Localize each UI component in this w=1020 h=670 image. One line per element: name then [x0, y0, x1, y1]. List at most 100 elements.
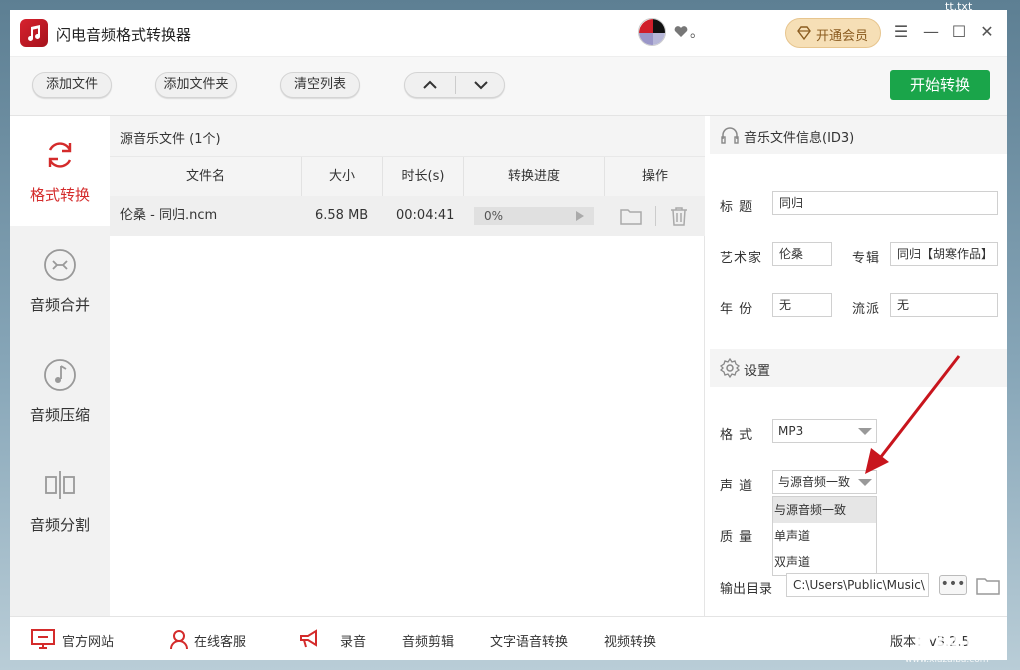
play-icon[interactable] [576, 211, 584, 221]
output-dir-label: 输出目录 [720, 582, 773, 597]
open-folder-icon[interactable] [976, 575, 1000, 595]
headphones-icon [721, 127, 739, 144]
year-label: 年 份 [720, 302, 754, 317]
compress-icon [44, 359, 76, 391]
genre-field[interactable]: 无 [890, 293, 998, 317]
vip-button[interactable]: 开通会员 [785, 18, 881, 48]
table-row[interactable]: 伦桑 - 同归.ncm 6.58 MB 00:04:41 0% [110, 196, 705, 236]
menu-icon[interactable]: ☰ [889, 20, 913, 44]
move-down-button[interactable] [456, 73, 506, 97]
channel-label: 声 道 [720, 479, 754, 494]
sidebar-item-audio-merge[interactable]: 音频合并 [10, 226, 110, 336]
id3-section-title: 音乐文件信息(ID3) [744, 131, 855, 146]
title-bar: 闪电音频格式转换器 。 开通会员 ☰ — ☐ ✕ [10, 10, 1007, 56]
artist-label: 艺术家 [720, 251, 763, 266]
id3-section-header: 音乐文件信息(ID3) [710, 116, 1007, 154]
add-folder-button[interactable]: 添加文件夹 [155, 72, 237, 98]
add-file-button[interactable]: 添加文件 [32, 72, 112, 98]
format-label: 格 式 [720, 428, 754, 443]
watermark-logo: 下载吧 [905, 620, 995, 655]
heart-icon [674, 26, 688, 37]
sidebar-item-label: 音频合并 [29, 296, 90, 314]
start-convert-button[interactable]: 开始转换 [890, 70, 990, 100]
reorder-group [404, 72, 505, 98]
format-select[interactable]: MP3 [772, 419, 877, 443]
column-header-duration: 时长(s) [383, 157, 464, 197]
dropdown-option[interactable]: 双声道 [773, 549, 876, 575]
trash-icon[interactable] [668, 206, 690, 226]
sidebar-item-audio-split[interactable]: 音频分割 [10, 446, 110, 556]
merge-icon [44, 249, 76, 281]
quality-label: 质 量 [720, 530, 754, 545]
gear-icon [720, 358, 740, 378]
split-icon [45, 471, 75, 499]
website-link[interactable]: 官方网站 [62, 631, 114, 650]
chevron-down-icon [858, 428, 872, 435]
app-logo-icon [20, 19, 48, 47]
close-button[interactable]: ✕ [975, 20, 999, 44]
sidebar-item-label: 音频分割 [29, 516, 90, 534]
sidebar-item-audio-compress[interactable]: 音频压缩 [10, 336, 110, 446]
app-title: 闪电音频格式转换器 [56, 26, 192, 44]
file-count-title: 源音乐文件 (1个) [120, 132, 221, 147]
move-up-button[interactable] [405, 73, 455, 97]
channel-select[interactable]: 与源音频一致 [772, 470, 877, 494]
minimize-button[interactable]: — [919, 20, 943, 44]
clear-list-button[interactable]: 清空列表 [280, 72, 360, 98]
footer-bar: 官方网站 在线客服 录音 音频剪辑 文字语音转换 视频转换 版本：v3.2.5 [10, 616, 1007, 660]
column-header-name: 文件名 [110, 157, 302, 197]
chevron-down-icon [858, 479, 872, 486]
toolbar: 添加文件 添加文件夹 清空列表 开始转换 [10, 56, 1007, 116]
progress-bar: 0% [474, 207, 594, 225]
file-list-panel: 源音乐文件 (1个) 文件名 大小 时长(s) 转换进度 操作 伦桑 - 同归.… [110, 116, 705, 616]
open-folder-icon[interactable] [620, 206, 642, 226]
vip-label: 开通会员 [816, 29, 869, 44]
title-field[interactable]: 同归 [772, 191, 998, 215]
audio-edit-link[interactable]: 音频剪辑 [402, 631, 454, 650]
column-header-progress: 转换进度 [464, 157, 605, 197]
album-label: 专辑 [852, 251, 881, 266]
refresh-icon [48, 142, 72, 168]
record-link[interactable]: 录音 [340, 631, 366, 650]
year-field[interactable]: 无 [772, 293, 832, 317]
table-header: 文件名 大小 时长(s) 转换进度 操作 [110, 156, 705, 197]
settings-section-title: 设置 [744, 364, 771, 379]
channel-select-value: 与源音频一致 [778, 475, 851, 489]
column-header-actions: 操作 [641, 169, 668, 184]
video-convert-link[interactable]: 视频转换 [604, 631, 656, 650]
support-icon [170, 630, 188, 650]
avatar[interactable] [638, 18, 666, 46]
channel-dropdown-list: 与源音频一致 单声道 双声道 [772, 496, 877, 576]
monitor-icon [31, 629, 55, 649]
genre-label: 流派 [852, 302, 881, 317]
sidebar: 格式转换 音频合并 音频压缩 音频分割 [10, 116, 110, 616]
dropdown-option[interactable]: 单声道 [773, 523, 876, 549]
sidebar-item-format-convert[interactable]: 格式转换 [10, 116, 110, 226]
column-header-size: 大小 [302, 157, 383, 197]
progress-percent: 0% [484, 209, 504, 223]
file-duration-cell: 00:04:41 [396, 208, 455, 223]
settings-section-header: 设置 [710, 349, 1007, 387]
divider [655, 206, 656, 226]
chevron-down-icon [474, 81, 488, 90]
album-field[interactable]: 同归【胡寒作品】 [890, 242, 998, 266]
chevron-up-icon [423, 80, 437, 89]
browse-button[interactable]: ••• [939, 575, 967, 595]
maximize-button[interactable]: ☐ [947, 20, 971, 44]
dropdown-option[interactable]: 与源音频一致 [773, 497, 876, 523]
megaphone-icon [300, 629, 317, 648]
diamond-icon [797, 26, 811, 41]
tts-link[interactable]: 文字语音转换 [490, 631, 568, 650]
title-label: 标 题 [720, 200, 754, 215]
sidebar-item-label: 格式转换 [29, 186, 90, 204]
watermark-url: www.xiazaiba.com [905, 655, 989, 665]
support-link[interactable]: 在线客服 [194, 631, 246, 650]
file-name-cell: 伦桑 - 同归.ncm [120, 208, 218, 223]
user-name: 。 [690, 25, 704, 41]
format-select-value: MP3 [778, 424, 804, 438]
artist-field[interactable]: 伦桑 [772, 242, 832, 266]
output-dir-field[interactable]: C:\Users\Public\Music\ [786, 573, 929, 597]
file-list-header: 源音乐文件 (1个) [110, 116, 705, 156]
file-size-cell: 6.58 MB [315, 208, 369, 223]
settings-panel: 音乐文件信息(ID3) 标 题 同归 艺术家 伦桑 专辑 同归【胡寒作品】 年 … [710, 116, 1007, 616]
